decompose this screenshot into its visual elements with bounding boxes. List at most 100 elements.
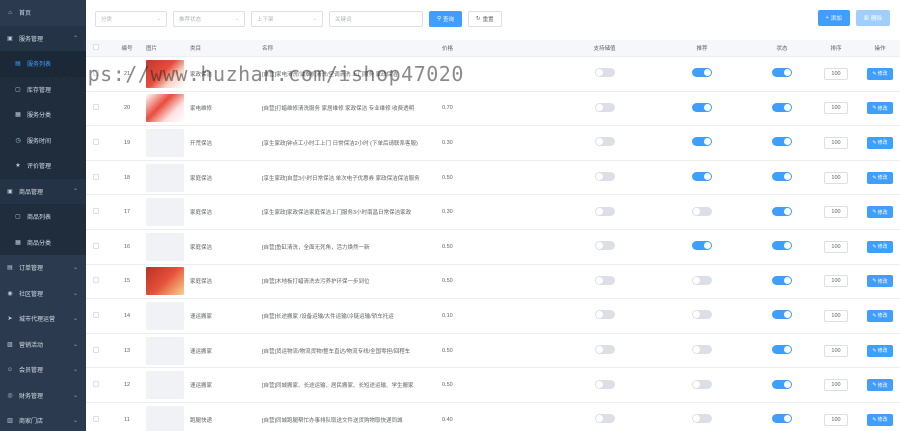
support-toggle[interactable] (594, 206, 615, 216)
sidebar-item-stock[interactable]: ▢ 库存管理 (0, 76, 86, 102)
sidebar-item-marketing[interactable]: ▨ 营销活动 ⌄ (0, 331, 86, 357)
row-sort-cell: 100 (812, 240, 860, 253)
recommend-toggle[interactable] (692, 414, 712, 424)
recommend-toggle[interactable] (692, 379, 712, 389)
edit-button[interactable]: ✎ 修改 (867, 136, 893, 149)
row-checkbox[interactable] (93, 173, 99, 180)
sidebar-item-order[interactable]: ▤ 订单管理 ⌄ (0, 255, 86, 281)
edit-button[interactable]: ✎ 修改 (867, 206, 893, 219)
edit-button[interactable]: ✎ 修改 (867, 309, 893, 322)
row-checkbox[interactable] (93, 208, 99, 215)
recommend-toggle[interactable] (692, 275, 712, 285)
row-checkbox[interactable] (93, 415, 99, 422)
search-button[interactable]: ⚲ 查询 (429, 11, 463, 27)
sort-input[interactable]: 100 (824, 309, 848, 322)
row-checkbox[interactable] (93, 138, 99, 145)
edit-button[interactable]: ✎ 修改 (867, 379, 893, 392)
sidebar-item-city[interactable]: ➤ 城市代理运营 ⌄ (0, 306, 86, 332)
support-toggle[interactable] (594, 345, 615, 355)
row-price: 0.30 (442, 209, 453, 216)
recommend-toggle[interactable] (692, 68, 712, 78)
status-toggle[interactable] (772, 102, 792, 112)
recommend-toggle[interactable] (692, 102, 712, 112)
row-checkbox[interactable] (93, 311, 99, 318)
row-checkbox[interactable] (93, 346, 99, 353)
sidebar-item-service[interactable]: ▣ 服务管理 ⌃ (0, 25, 86, 51)
sidebar-item-community[interactable]: ◉ 社区管理 ⌄ (0, 280, 86, 306)
sort-input[interactable]: 100 (824, 240, 848, 253)
support-toggle[interactable] (594, 414, 615, 424)
row-recommend-cell (652, 137, 752, 148)
support-toggle[interactable] (594, 241, 615, 251)
sidebar-item-store[interactable]: ▥ 商家门店 ⌄ (0, 408, 86, 431)
support-toggle[interactable] (594, 379, 615, 389)
sort-input[interactable]: 100 (824, 171, 848, 184)
select-all-checkbox[interactable] (93, 44, 99, 50)
shelf-select[interactable]: 上下架 ⌄ (251, 11, 323, 27)
sidebar-item-goods[interactable]: ▣ 商品管理 ⌃ (0, 178, 86, 204)
sort-input[interactable]: 100 (824, 67, 848, 80)
status-toggle[interactable] (772, 310, 792, 320)
sidebar-item-member[interactable]: ☺ 会员管理 ⌄ (0, 357, 86, 383)
sort-input[interactable]: 100 (824, 206, 848, 219)
support-toggle[interactable] (594, 137, 615, 147)
edit-button[interactable]: ✎ 修改 (867, 344, 893, 357)
row-id: 21 (123, 70, 131, 77)
sidebar-item-home[interactable]: ⌂ 首页 (0, 0, 86, 26)
add-button[interactable]: + 添加 (817, 10, 850, 26)
support-toggle[interactable] (594, 68, 615, 78)
sort-input[interactable]: 100 (824, 102, 848, 115)
row-checkbox[interactable] (93, 242, 99, 249)
status-toggle[interactable] (772, 345, 792, 355)
recommend-toggle[interactable] (692, 206, 712, 216)
sidebar-item-list[interactable]: ▤ 服务列表 (0, 51, 86, 77)
edit-button[interactable]: ✎ 修改 (867, 275, 893, 288)
edit-button[interactable]: ✎ 修改 (867, 413, 893, 426)
recommend-select[interactable]: 推荐状态 ⌄ (173, 11, 245, 27)
row-checkbox[interactable] (93, 104, 99, 111)
category-select[interactable]: 分类 ⌄ (95, 11, 167, 27)
row-op-cell: ✎ 修改 (860, 206, 900, 219)
recommend-toggle[interactable] (692, 345, 712, 355)
status-toggle[interactable] (772, 241, 792, 251)
status-toggle[interactable] (772, 172, 792, 182)
support-toggle[interactable] (594, 172, 615, 182)
recommend-toggle[interactable] (692, 310, 712, 320)
sort-input[interactable]: 100 (824, 344, 848, 357)
sidebar-item-category[interactable]: ▦ 服务分类 (0, 102, 86, 128)
row-checkbox[interactable] (93, 381, 99, 388)
sort-input[interactable]: 100 (824, 413, 848, 426)
delete-button[interactable]: ▥ 删除 (855, 10, 890, 26)
sort-input[interactable]: 100 (824, 275, 848, 288)
edit-button[interactable]: ✎ 修改 (867, 67, 893, 80)
reset-button[interactable]: ↻ 重置 (468, 11, 502, 27)
sort-input[interactable]: 100 (824, 136, 848, 149)
keyword-input[interactable]: 关键词 (329, 11, 423, 27)
status-toggle[interactable] (772, 137, 792, 147)
status-toggle[interactable] (772, 379, 792, 389)
sidebar-item-finance[interactable]: ◎ 财务管理 ⌄ (0, 382, 86, 408)
edit-button[interactable]: ✎ 修改 (867, 102, 893, 115)
status-toggle[interactable] (772, 68, 792, 78)
support-toggle[interactable] (594, 275, 615, 285)
sidebar-item-category[interactable]: ▦ 商品分类 (0, 229, 86, 255)
support-toggle[interactable] (594, 102, 615, 112)
row-checkbox[interactable] (93, 69, 99, 76)
status-toggle[interactable] (772, 414, 792, 424)
status-toggle[interactable] (772, 206, 792, 216)
sort-input[interactable]: 100 (824, 379, 848, 392)
row-image-cell (146, 267, 190, 296)
row-checkbox[interactable] (93, 277, 99, 284)
support-toggle[interactable] (594, 310, 615, 320)
sidebar-item-bag[interactable]: ▢ 商品列表 (0, 204, 86, 230)
edit-button[interactable]: ✎ 修改 (867, 171, 893, 184)
sidebar-item-star[interactable]: ★ 评价管理 (0, 153, 86, 179)
sidebar-item-clock[interactable]: ◷ 服务时间 (0, 127, 86, 153)
recommend-toggle[interactable] (692, 137, 712, 147)
row-id: 15 (123, 278, 131, 285)
status-toggle[interactable] (772, 275, 792, 285)
recommend-toggle[interactable] (692, 172, 712, 182)
edit-button-label: 修改 (877, 140, 888, 147)
edit-button[interactable]: ✎ 修改 (867, 240, 893, 253)
recommend-toggle[interactable] (692, 241, 712, 251)
